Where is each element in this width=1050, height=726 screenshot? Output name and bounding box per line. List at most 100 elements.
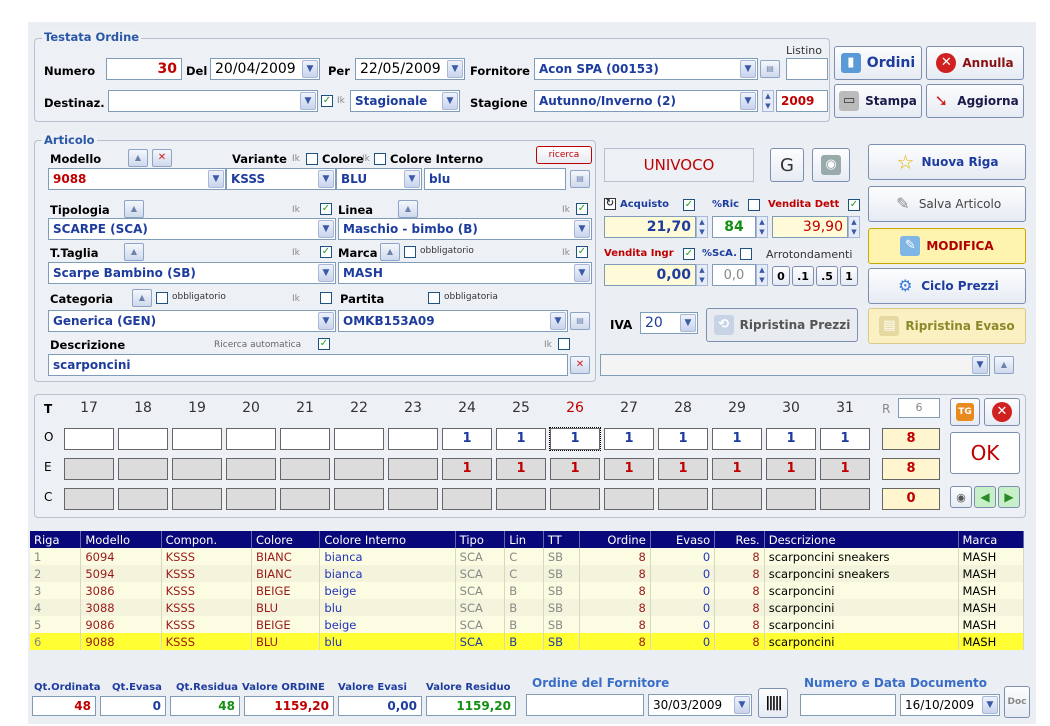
salva-articolo-button[interactable]: ✎ Salva Articolo [868,186,1026,222]
categoria-checkbox[interactable] [320,292,332,304]
anno-field[interactable]: 2009 [776,90,828,112]
ric-field[interactable]: 84 [712,216,756,238]
numero-field[interactable]: 30 [106,58,182,80]
vendita-dett-checkbox[interactable]: ✓ [848,199,860,211]
table-row[interactable]: 1 6094 KSSS BIANC bianca SCA C SB 8 0 8 scarponcini… [30,548,1024,565]
chevron-down-icon[interactable]: ▼ [982,696,998,714]
delete-button[interactable]: ✕ [984,398,1020,426]
partita-field[interactable]: OMKB153A09 ▼ [338,310,568,332]
chevron-down-icon[interactable]: ▼ [318,220,334,238]
size-cell-o[interactable] [64,428,114,450]
size-cell-o[interactable] [334,428,384,450]
marca-checkbox[interactable]: ✓ [576,246,588,258]
modello-up-icon[interactable]: ▲ [128,149,148,167]
aggiorna-button[interactable]: ➘ Aggiorna [926,84,1024,118]
listino-field[interactable] [786,58,828,80]
tipologia-field[interactable]: SCARPE (SCA) ▼ [48,218,336,240]
size-cell-o[interactable]: 1 [496,428,546,450]
chevron-down-icon[interactable]: ▼ [318,312,334,330]
size-cell-o[interactable] [118,428,168,450]
column-header[interactable]: Lin [504,531,544,548]
modifica-button[interactable]: ✎ MODIFICA [868,228,1026,264]
table-row[interactable]: 5 9086 KSSS BEIGE beige SCA B SB 8 0 8 scarponcini M… [30,616,1024,633]
size-cell-o[interactable]: 1 [658,428,708,450]
fornitore-field[interactable]: Acon SPA (00153) ▼ [534,58,758,80]
ric-checkbox[interactable] [748,199,760,211]
chevron-down-icon[interactable]: ▼ [404,170,420,188]
ttaglia-up-icon[interactable]: ▲ [124,243,144,261]
colore-checkbox[interactable] [374,153,386,165]
chevron-down-icon[interactable]: ▼ [208,170,224,188]
modello-field[interactable]: 9088 ▼ [48,168,226,190]
chevron-down-icon[interactable]: ▼ [550,312,566,330]
linea-up-icon[interactable]: ▲ [398,200,418,218]
ricerca-automatica-checkbox[interactable]: ✓ [318,338,330,350]
sca-field[interactable]: 0,0 [712,264,756,286]
marca-field[interactable]: MASH ▼ [338,262,592,284]
chevron-down-icon[interactable]: ▼ [318,170,334,188]
chevron-down-icon[interactable]: ▼ [740,60,756,78]
size-cell-o[interactable] [172,428,222,450]
column-header[interactable]: Riga [30,531,82,548]
g-button[interactable]: G [770,148,804,182]
size-cell-o[interactable] [280,428,330,450]
ok-button[interactable]: OK [950,432,1020,474]
fornitore-browse-icon[interactable]: ▤ [760,60,780,78]
column-header[interactable]: Ordine [579,531,651,548]
camera-button[interactable]: ◉ [812,148,850,182]
arrot-1-button[interactable]: .1 [792,266,814,286]
chevron-down-icon[interactable]: ▼ [300,92,316,110]
refresh-icon[interactable]: ↻ [604,198,616,210]
modello-clear-icon[interactable]: ✕ [152,149,172,167]
column-header[interactable]: Tipo [455,531,506,548]
size-cell-o[interactable]: 1 [549,427,601,451]
next-button[interactable]: ▶ [998,486,1020,508]
tipologia-up-icon[interactable]: ▲ [124,200,144,218]
table-row[interactable]: 4 3088 KSSS BLU blu SCA B SB 8 0 8 scarponcini MASH [30,599,1024,616]
ttaglia-checkbox[interactable]: ✓ [320,246,332,258]
tipologia-checkbox[interactable]: ✓ [320,203,332,215]
acquisto-spinner[interactable]: ▲ ▼ [696,216,708,238]
table-row[interactable]: 6 9088 KSSS BLU blu SCA B SB 8 0 8 scarponcini MASH [30,633,1024,650]
column-header[interactable]: Colore [251,531,321,548]
vendita-dett-spinner[interactable]: ▲ ▼ [848,216,860,238]
ordine-fornitore-field[interactable] [526,694,644,716]
vendita-ingr-field[interactable]: 0,00 [604,264,696,286]
linea-checkbox[interactable]: ✓ [576,203,588,215]
ttaglia-field[interactable]: Scarpe Bambino (SB) ▼ [48,262,336,284]
descrizione-field[interactable]: scarponcini [48,354,568,376]
chevron-down-icon[interactable]: ▼ [734,696,750,714]
size-cell-o[interactable]: 1 [766,428,816,450]
chevron-down-icon[interactable]: ▼ [574,264,590,282]
size-cell-o[interactable] [226,428,276,450]
categoria-up-icon[interactable]: ▲ [132,289,152,307]
acquisto-checkbox[interactable]: ✓ [683,199,695,211]
variante-field[interactable]: KSSS ▼ [226,168,336,190]
size-cell-o[interactable] [388,428,438,450]
per-date-field[interactable]: 22/05/2009 ▼ [355,58,465,80]
r-field[interactable]: 6 [898,398,940,418]
table-row[interactable]: 2 5094 KSSS BIANC bianca SCA C SB 8 0 8 scarponcini… [30,565,1024,582]
ripristina-prezzi-button[interactable]: ⟲ Ripristina Prezzi [706,308,858,342]
linea-field[interactable]: Maschio - bimbo (B) ▼ [338,218,592,240]
chevron-down-icon[interactable]: ▼ [740,92,756,110]
partita-obbligatoria-checkbox[interactable] [428,292,440,304]
column-header[interactable]: Evaso [650,531,716,548]
numero-doc-field[interactable] [800,694,896,716]
vendita-ingr-checkbox[interactable]: ✓ [683,248,695,260]
vendita-ingr-spinner[interactable]: ▲ ▼ [696,264,708,286]
chevron-down-icon[interactable]: ▼ [680,314,696,332]
chevron-down-icon[interactable]: ▼ [574,220,590,238]
size-cell-o[interactable]: 1 [820,428,870,450]
marca-up-icon[interactable]: ▲ [380,243,400,261]
column-header[interactable]: Modello [80,531,162,548]
categoria-obbligatorio-checkbox[interactable] [156,292,168,304]
size-cell-o[interactable]: 1 [604,428,654,450]
sca-checkbox[interactable] [740,248,752,260]
vendita-dett-field[interactable]: 39,90 [772,216,848,238]
colore-field[interactable]: BLU ▼ [336,168,422,190]
arrot-10-button[interactable]: 1 [840,266,858,286]
ripristina-evaso-button[interactable]: ▤ Ripristina Evaso [868,308,1026,344]
stagionale-checkbox[interactable]: ✓ [321,95,333,107]
acquisto-field[interactable]: 21,70 [604,216,696,238]
